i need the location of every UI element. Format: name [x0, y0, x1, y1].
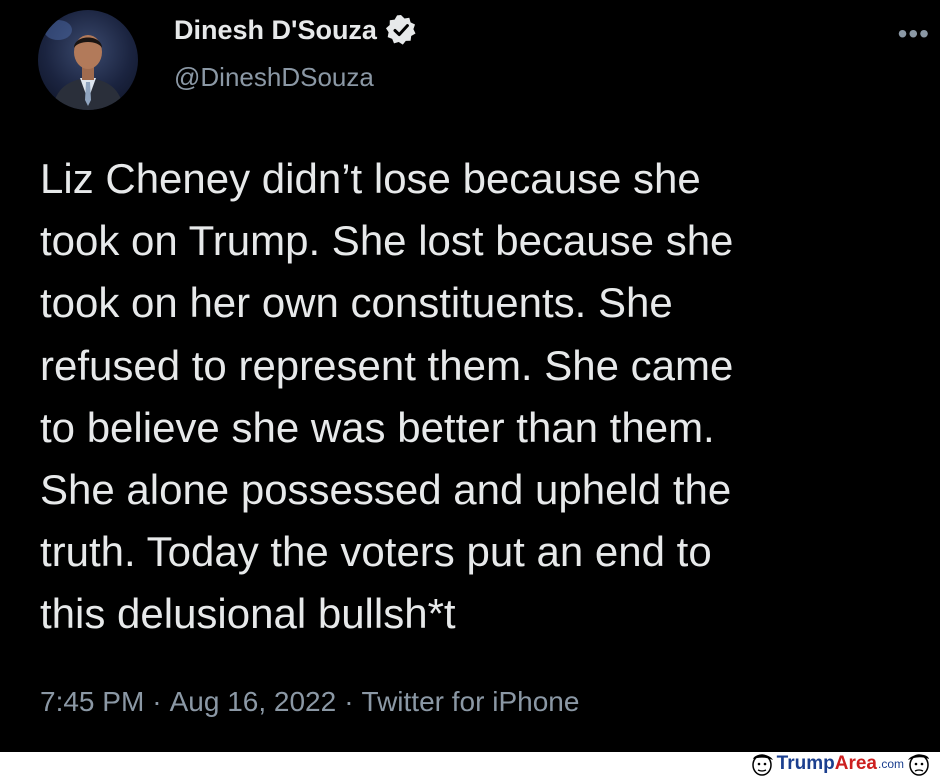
- verified-badge-icon: [385, 14, 417, 46]
- tweet-source[interactable]: Twitter for iPhone: [362, 686, 580, 718]
- watermark-trump-text: Trump: [776, 753, 835, 774]
- author-handle[interactable]: @DineshDSouza: [174, 62, 374, 93]
- separator-dot: ·: [344, 686, 354, 717]
- tweet-time[interactable]: 7:45 PM: [40, 686, 144, 718]
- author-display-name[interactable]: Dinesh D'Souza: [174, 15, 377, 46]
- tweet-text: Liz Cheney didn’t lose because she took …: [40, 155, 734, 638]
- more-horizontal-icon[interactable]: •••: [898, 20, 930, 48]
- tweet-card: Dinesh D'Souza @DineshDSouza ••• Liz Che…: [0, 0, 940, 752]
- trumparea-watermark: Trump Area .com: [747, 751, 934, 777]
- avatar-photo: [44, 20, 124, 110]
- caricature-face-icon: [751, 754, 773, 776]
- watermark-area-text: Area: [834, 753, 877, 774]
- caricature-face-icon: [908, 754, 929, 776]
- avatar[interactable]: [38, 10, 138, 110]
- watermark-com-text: .com: [877, 757, 904, 771]
- tweet-metadata: 7:45 PM · Aug 16, 2022 · Twitter for iPhone: [40, 686, 579, 718]
- separator-dot: ·: [152, 686, 162, 717]
- author-name-row[interactable]: Dinesh D'Souza: [174, 14, 417, 46]
- tweet-date[interactable]: Aug 16, 2022: [170, 686, 337, 718]
